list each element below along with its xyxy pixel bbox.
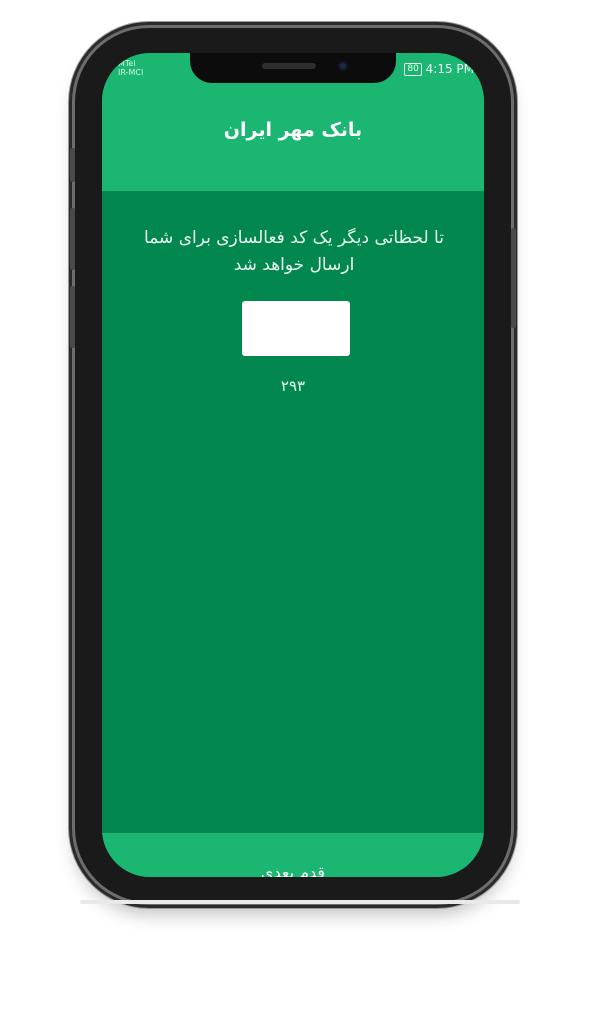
- carrier-line-2: IR-MCI: [118, 68, 144, 77]
- activation-code-input[interactable]: [242, 301, 350, 356]
- camera: [338, 61, 348, 71]
- countdown-timer: ۲۹۳: [280, 377, 306, 395]
- status-right: 80 4:15 PM: [404, 62, 474, 76]
- volume-up-button: [70, 208, 75, 270]
- notch: [190, 53, 396, 83]
- volume-down-button: [70, 286, 75, 348]
- app-bar: بانک مهر ایران: [102, 87, 484, 191]
- carrier-line-1: MTel: [118, 59, 136, 68]
- next-step-label: قدم بعدی: [260, 863, 326, 877]
- power-button: [511, 228, 516, 328]
- page-title: بانک مهر ایران: [223, 119, 363, 141]
- floor-reflection: [80, 900, 520, 904]
- status-bar: MTel IR-MCI 80 4:15 PM: [102, 53, 484, 87]
- next-step-button[interactable]: قدم بعدی: [102, 833, 484, 877]
- battery-icon: 80: [404, 63, 422, 76]
- main-content: تا لحظاتی دیگر یک کد فعالسازی برای شما ا…: [102, 191, 484, 833]
- phone-frame: MTel IR-MCI 80 4:15 PM بانک مهر ایران تا…: [70, 28, 516, 902]
- carrier-info: MTel IR-MCI: [118, 59, 143, 77]
- screen: MTel IR-MCI 80 4:15 PM بانک مهر ایران تا…: [102, 53, 484, 877]
- silent-switch: [70, 148, 75, 182]
- activation-message: تا لحظاتی دیگر یک کد فعالسازی برای شما ا…: [144, 228, 444, 275]
- battery-level: 80: [407, 64, 419, 74]
- clock: 4:15 PM: [425, 62, 474, 76]
- speaker: [262, 63, 316, 69]
